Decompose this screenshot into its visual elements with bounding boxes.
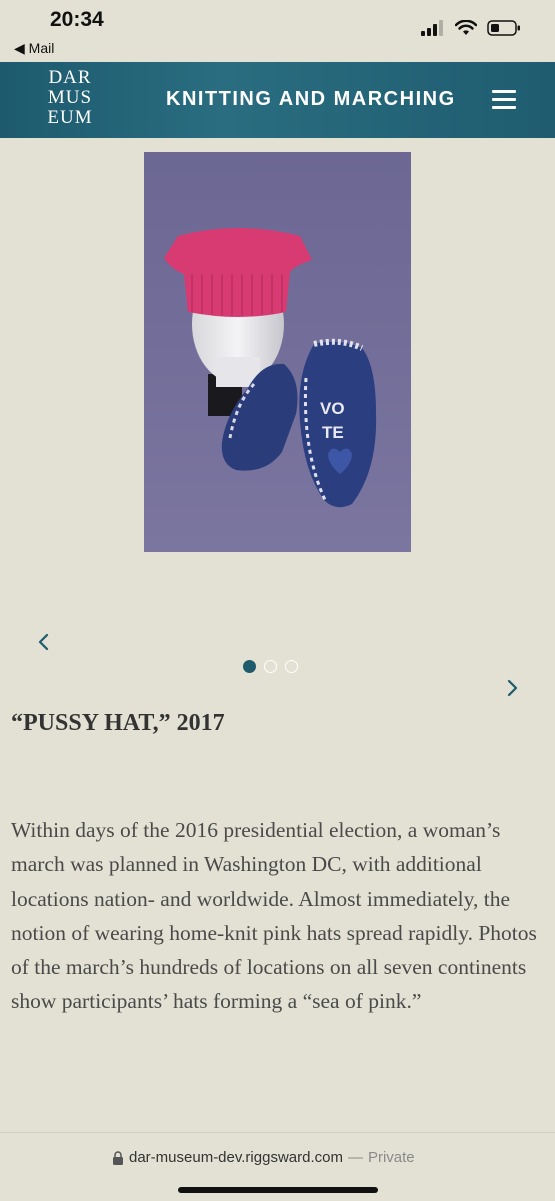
url-display[interactable]: dar-museum-dev.riggsward.com — Private <box>112 1149 415 1166</box>
browser-url-bar[interactable]: dar-museum-dev.riggsward.com — Private <box>0 1132 555 1201</box>
private-label: Private <box>367 1149 415 1166</box>
url-text: dar-museum-dev.riggsward.com <box>129 1149 343 1166</box>
home-indicator <box>178 1187 378 1193</box>
url-separator: — <box>347 1149 363 1166</box>
cellular-signal-icon <box>421 20 443 36</box>
svg-text:VO: VO <box>320 399 345 418</box>
carousel-dot-2[interactable] <box>264 660 277 673</box>
hamburger-menu-icon[interactable] <box>492 90 516 112</box>
back-to-mail-link[interactable]: ◀ Mail <box>14 40 54 57</box>
back-app-label: Mail <box>28 40 55 56</box>
carousel-pagination <box>243 660 298 673</box>
back-arrow-icon: ◀ <box>14 40 25 56</box>
logo-line: MUS <box>47 87 93 108</box>
chevron-right-icon[interactable] <box>502 676 522 700</box>
logo-line: EUM <box>47 107 93 128</box>
chevron-left-icon[interactable] <box>34 630 54 654</box>
wifi-icon <box>455 20 477 35</box>
status-icons <box>421 20 521 36</box>
dar-museum-logo[interactable]: DAR MUS EUM <box>40 68 100 134</box>
lock-icon <box>113 1150 123 1165</box>
page-title: KNITTING AND MARCHING <box>166 88 456 110</box>
svg-text:TE: TE <box>322 423 344 442</box>
object-title: “PUSSY HAT,” 2017 <box>11 710 225 736</box>
battery-icon <box>487 20 520 36</box>
logo-line: DAR <box>48 67 92 88</box>
carousel-dot-3[interactable] <box>285 660 298 673</box>
object-photo: VO TE <box>144 152 411 552</box>
status-bar: 20:34 ◀ Mail <box>0 0 555 62</box>
site-header: DAR MUS EUM KNITTING AND MARCHING <box>0 62 555 138</box>
carousel-dot-1[interactable] <box>243 660 256 673</box>
clock-time: 20:34 <box>50 8 104 31</box>
object-description: Within days of the 2016 presidential ele… <box>11 818 537 1014</box>
